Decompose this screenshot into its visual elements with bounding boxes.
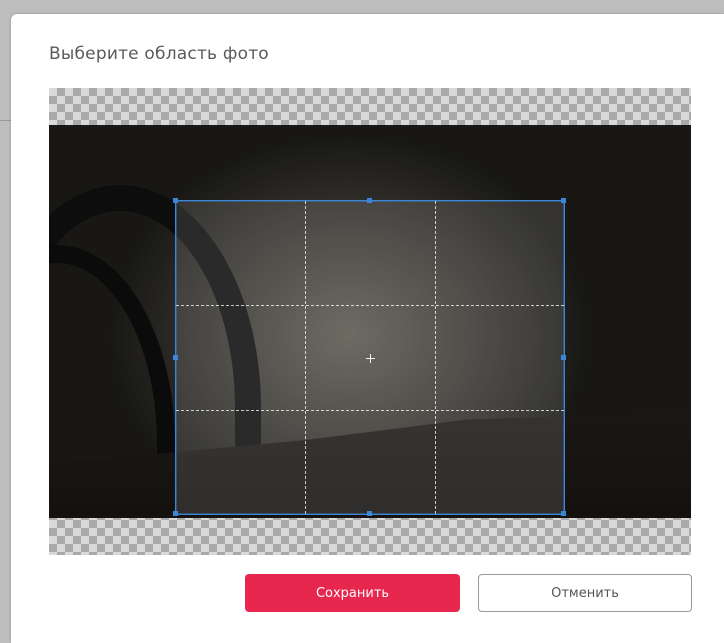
photo-preview: [49, 125, 691, 518]
crop-handle-right[interactable]: [561, 354, 566, 360]
crop-guide-vertical-1: [305, 201, 307, 514]
crop-selection-box[interactable]: [173, 198, 566, 516]
crop-handle-top[interactable]: [367, 198, 372, 203]
crop-guide-horizontal-1: [176, 305, 564, 307]
crop-guide-horizontal-2: [176, 409, 564, 411]
crop-handle-bottom-right[interactable]: [561, 511, 566, 516]
crop-handle-top-right[interactable]: [561, 198, 566, 203]
cancel-button[interactable]: Отменить: [478, 574, 692, 612]
crop-guide-vertical-2: [434, 201, 436, 514]
crop-handle-bottom-left[interactable]: [173, 511, 178, 516]
save-button[interactable]: Сохранить: [245, 574, 460, 612]
crop-handle-top-left[interactable]: [173, 198, 178, 203]
crop-photo-dialog: Выберите область фото Сохранить Отменить: [11, 14, 724, 643]
crop-canvas[interactable]: [49, 88, 691, 555]
crosshair-icon: [366, 353, 375, 363]
crop-handle-bottom[interactable]: [367, 511, 372, 516]
crop-handle-left[interactable]: [173, 354, 178, 360]
dialog-title: Выберите область фото: [49, 44, 269, 64]
